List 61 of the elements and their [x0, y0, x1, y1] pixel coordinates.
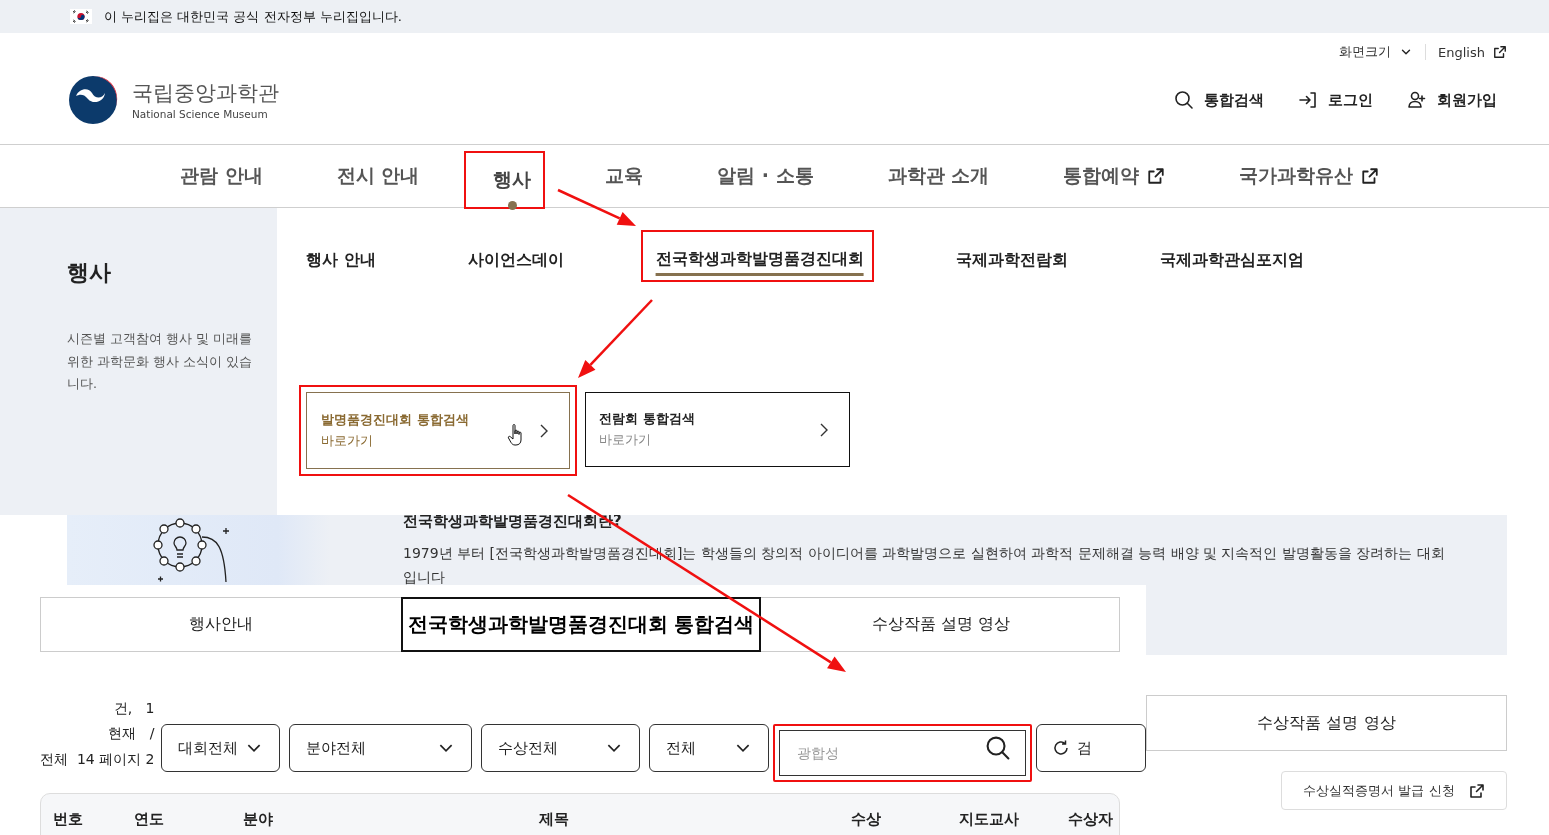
column-header: 분야 — [243, 810, 274, 830]
nav-tab[interactable]: 관람 안내 — [180, 145, 263, 207]
chevron-right-icon — [539, 422, 549, 439]
nav-tab[interactable]: 과학관 소개 — [887, 145, 990, 207]
tab[interactable]: 수상작품 설명 영상 — [761, 598, 1121, 651]
signup-link[interactable]: 회원가입 — [1407, 90, 1497, 110]
active-dot — [508, 201, 518, 210]
submenu-link[interactable]: 전국학생과학발명품경진대회 — [640, 230, 874, 282]
shortcut-card[interactable]: 전람회 통합검색 바로가기 — [585, 392, 850, 467]
screen-size-dropdown[interactable]: 화면크기 — [1339, 43, 1414, 61]
tab[interactable]: 수상작품 설명 영상 — [1146, 695, 1507, 751]
filter-dropdown[interactable]: 분야전체 — [289, 724, 472, 772]
filter-dropdown[interactable]: 전체 — [649, 724, 769, 772]
logo-subtitle: National Science Museum — [132, 108, 269, 120]
submenu-link[interactable]: 국제과학관심포지엄 — [1159, 250, 1304, 280]
column-header: 제목 — [538, 810, 570, 830]
column-header: 연도 — [134, 810, 165, 830]
page-info-text: 전체 14 페이지 2 — [40, 749, 155, 769]
shortcut-card[interactable]: 발명품경진대회 통합검색 바로가기 — [299, 385, 577, 476]
tab[interactable]: 전국학생과학발명품경진대회 통합검색 — [401, 597, 761, 652]
external-link-icon — [1361, 167, 1380, 185]
refresh-icon — [1051, 738, 1071, 758]
column-header: 지도교사 — [959, 810, 1020, 830]
submenu-link[interactable]: 국제과학전람회 — [955, 250, 1068, 280]
nav-tab[interactable]: 통합예약 — [1063, 145, 1166, 207]
nav-tab[interactable]: 행사 — [464, 151, 546, 209]
banner-text: 이 누리집은 대한민국 공식 전자정부 누리집입니다. — [104, 7, 402, 26]
search-link[interactable]: 통합검색 — [1174, 90, 1264, 110]
page-info-text: 건, 1 — [112, 698, 155, 718]
nav-tab[interactable]: 전시 안내 — [336, 145, 420, 207]
menu-description: 시즌별 고객참여 행사 및 미래를 위한 과학문화 행사 소식이 있습니다. — [67, 330, 252, 393]
submenu-link[interactable]: 사이언스데이 — [467, 250, 564, 280]
login-icon — [1298, 90, 1318, 110]
nav-tab[interactable]: 교육 — [605, 145, 644, 207]
certificate-button[interactable]: 수상실적증명서 발급 신청 — [1281, 771, 1507, 810]
filter-dropdown[interactable]: 수상전체 — [480, 724, 641, 772]
logo-icon — [68, 75, 118, 125]
column-header: 번호 — [53, 810, 84, 830]
language-link[interactable]: English — [1438, 44, 1507, 60]
nav-tab[interactable]: 국가과학유산 — [1239, 145, 1380, 207]
reset-button[interactable]: 검 — [1036, 724, 1146, 772]
search-icon — [1174, 90, 1194, 110]
user-plus-icon — [1407, 90, 1427, 110]
external-link-icon — [1493, 45, 1507, 59]
tab[interactable]: 행사안내 — [41, 598, 401, 651]
external-link-icon — [1468, 782, 1485, 799]
column-header: 수상자 — [1068, 810, 1114, 830]
logo-name[interactable]: 국립중앙과학관 — [132, 80, 279, 106]
column-header: 수상 — [850, 810, 882, 830]
hand-cursor-icon — [507, 423, 525, 447]
external-link-icon — [1147, 167, 1166, 185]
search-field[interactable]: 광합성 — [773, 724, 1032, 782]
nav-tab[interactable]: 알림 · 소통 — [717, 145, 814, 207]
filter-dropdown[interactable]: 대회전체 — [160, 724, 281, 772]
search-icon — [985, 735, 1011, 761]
chevron-right-icon — [819, 421, 829, 438]
flag-icon — [70, 9, 92, 24]
menu-title: 행사 — [67, 259, 112, 287]
page-info-text: 현재 / — [107, 724, 155, 743]
login-link[interactable]: 로그인 — [1298, 90, 1373, 110]
submenu-link[interactable]: 행사 안내 — [306, 250, 376, 280]
